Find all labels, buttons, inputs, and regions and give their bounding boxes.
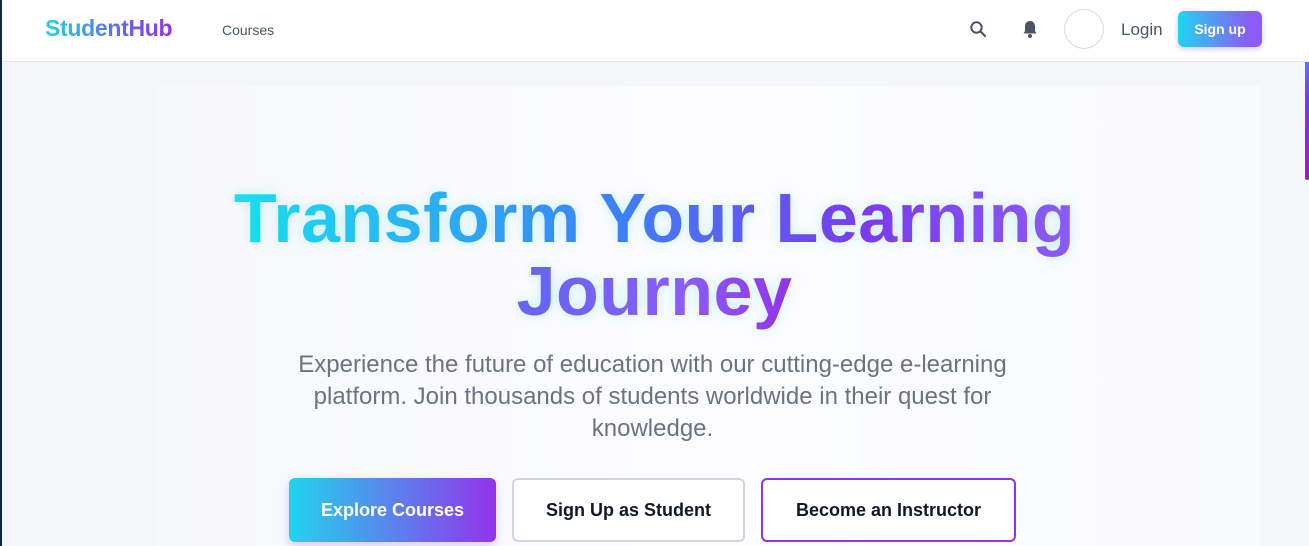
- hero-title-text: Transform Your Learning: [233, 179, 1076, 257]
- signup-student-button[interactable]: Sign Up as Student: [512, 478, 745, 542]
- bell-icon: [1023, 21, 1037, 38]
- explore-courses-button[interactable]: Explore Courses: [289, 478, 496, 542]
- brand-logo[interactable]: StudentHub: [45, 15, 173, 42]
- navbar: StudentHub Courses Login Sign up: [2, 0, 1309, 62]
- hero-title-text: Journey: [516, 252, 793, 330]
- hero-subtitle: Experience the future of education with …: [298, 351, 1007, 442]
- become-instructor-button[interactable]: Become an Instructor: [761, 478, 1016, 542]
- hero-title-line2: Journey: [0, 255, 1309, 327]
- avatar[interactable]: [1064, 9, 1104, 49]
- notifications-button[interactable]: [1018, 17, 1042, 41]
- login-link[interactable]: Login: [1121, 20, 1163, 40]
- signup-button[interactable]: Sign up: [1178, 11, 1262, 47]
- search-icon: [970, 21, 987, 38]
- hero-title-line1: Transform Your Learning: [0, 182, 1309, 254]
- search-button[interactable]: [966, 17, 990, 41]
- nav-link-courses[interactable]: Courses: [222, 22, 274, 38]
